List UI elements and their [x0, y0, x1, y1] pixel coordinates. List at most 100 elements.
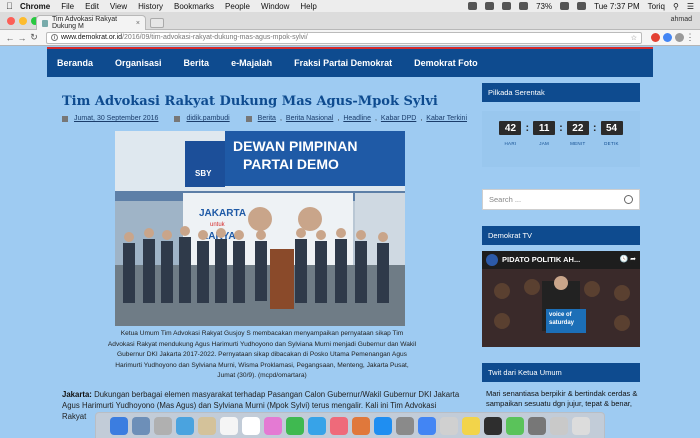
channel-avatar[interactable]: [486, 254, 498, 266]
menu-help[interactable]: Help: [300, 2, 316, 11]
video-title[interactable]: PIDATO POLITIK AH...: [502, 255, 580, 264]
nav-organisasi[interactable]: Organisasi: [115, 58, 162, 68]
video-embed[interactable]: PIDATO POLITIK AH... 🕓 ➦ voice of saturd…: [482, 251, 640, 347]
article-column: Tim Advokasi Rakyat Dukung Mas Agus-Mpok…: [47, 83, 469, 421]
textedit-icon[interactable]: [440, 416, 458, 435]
dropbox-icon[interactable]: [485, 2, 495, 10]
address-bar[interactable]: i www.demokrat.or.id /2016/09/tim-advoka…: [46, 31, 642, 44]
battery-icon[interactable]: [560, 2, 570, 10]
forward-arrow-icon[interactable]: →: [16, 33, 28, 43]
tag-link[interactable]: Kabar DPD: [381, 115, 416, 122]
downloads-icon[interactable]: [550, 416, 568, 435]
safari-icon[interactable]: [176, 416, 194, 435]
tag-link[interactable]: Berita Nasional: [286, 115, 333, 122]
app-store-icon[interactable]: [374, 416, 392, 435]
launchpad-icon[interactable]: [154, 416, 172, 435]
battery-percent[interactable]: 73%: [536, 2, 552, 11]
extension-icon[interactable]: [663, 33, 672, 42]
clock[interactable]: Tue 7:37 PM: [594, 2, 640, 11]
menu-window[interactable]: Window: [261, 2, 289, 11]
video-share-icons[interactable]: 🕓 ➦: [619, 255, 636, 263]
article-date[interactable]: Jumat, 30 September 2016: [74, 115, 158, 122]
preview-icon[interactable]: [528, 416, 546, 435]
menu-history[interactable]: History: [138, 2, 163, 11]
countdown-label: MENIT: [570, 141, 586, 146]
chrome-menu-icon[interactable]: ⋮: [684, 32, 696, 43]
menu-file[interactable]: File: [61, 2, 74, 11]
reload-icon[interactable]: ↻: [28, 32, 40, 43]
menu-view[interactable]: View: [110, 2, 127, 11]
notes-icon[interactable]: [242, 416, 260, 435]
nav-berita[interactable]: Berita: [184, 58, 210, 68]
widget-title-pilkada: Pilkada Serentak: [482, 83, 640, 102]
search-placeholder: Search ...: [489, 195, 522, 204]
countdown-label: DETIK: [604, 141, 619, 146]
finder-icon[interactable]: [110, 416, 128, 435]
mac-dock: [95, 412, 605, 438]
countdown-label: HARI: [504, 141, 517, 146]
spotify-icon[interactable]: [506, 416, 524, 435]
close-window-button[interactable]: [7, 17, 15, 25]
close-tab-icon[interactable]: ×: [136, 20, 140, 27]
messages-icon[interactable]: [286, 416, 304, 435]
chrome-icon[interactable]: [418, 416, 436, 435]
wifi-icon[interactable]: [502, 2, 512, 10]
minimize-window-button[interactable]: [19, 17, 27, 25]
profile-button[interactable]: ahmad: [671, 16, 692, 23]
menu-people[interactable]: People: [225, 2, 250, 11]
photos-icon[interactable]: [264, 416, 282, 435]
countdown-separator: :: [559, 122, 563, 134]
user-name[interactable]: Toriq: [648, 2, 665, 11]
tweet-text: Mari senantiasa berpikir & bertindak cer…: [486, 389, 638, 408]
bookmark-star-icon[interactable]: ☆: [631, 34, 637, 42]
status-app-icon[interactable]: [468, 2, 478, 10]
browser-tab-active[interactable]: Tim Advokasi Rakyat Dukung M ×: [36, 15, 146, 30]
nav-e-majalah[interactable]: e-Majalah: [231, 58, 272, 68]
countdown-digit: 11: [533, 121, 556, 135]
itunes-icon[interactable]: [330, 416, 348, 435]
menu-edit[interactable]: Edit: [85, 2, 99, 11]
countdown-separator: :: [592, 122, 597, 134]
browser-toolbar: ← → ↻ i www.demokrat.or.id /2016/09/tim-…: [0, 30, 700, 46]
nav-demokrat-foto[interactable]: Demokrat Foto: [414, 58, 478, 68]
photo-jakarta-text: JAKARTA: [199, 208, 246, 219]
facetime-icon[interactable]: [308, 416, 326, 435]
search-input[interactable]: Search ...: [482, 189, 640, 210]
back-arrow-icon[interactable]: ←: [4, 33, 16, 43]
site-info-icon[interactable]: i: [51, 34, 58, 41]
widget-title-twitter: Twit dari Ketua Umum: [482, 363, 640, 382]
notification-center-icon[interactable]: ☰: [687, 2, 694, 11]
system-preferences-icon[interactable]: [396, 416, 414, 435]
tag-link[interactable]: Headline: [343, 115, 371, 122]
photo-banner-line2: PARTAI DEMO: [243, 156, 339, 172]
lead-label: Jakarta:: [62, 390, 92, 399]
apple-icon[interactable]: : [6, 1, 20, 11]
nav-beranda[interactable]: Beranda: [57, 58, 93, 68]
extension-icon[interactable]: [651, 33, 660, 42]
stickies-icon[interactable]: [462, 416, 480, 435]
menubar-status: 73% Tue 7:37 PM Toriq ⚲ ☰: [468, 2, 694, 11]
nav-fraksi[interactable]: Fraksi Partai Demokrat: [294, 58, 392, 68]
calendar-icon[interactable]: [220, 416, 238, 435]
activity-monitor-icon[interactable]: [484, 416, 502, 435]
volume-icon[interactable]: [519, 2, 529, 10]
flag-icon[interactable]: [577, 2, 587, 10]
countdown-hours: 11 JAM: [533, 121, 556, 146]
spotlight-icon[interactable]: ⚲: [673, 2, 679, 11]
search-icon[interactable]: [624, 195, 633, 204]
extension-icon[interactable]: [675, 33, 684, 42]
countdown-minutes: 22 MENIT: [566, 121, 589, 146]
siri-icon[interactable]: [132, 416, 150, 435]
contacts-icon[interactable]: [198, 416, 216, 435]
menu-chrome[interactable]: Chrome: [20, 2, 50, 11]
new-tab-button[interactable]: [150, 18, 164, 28]
countdown-seconds: 54 DETIK: [600, 121, 623, 146]
tag-link[interactable]: Kabar Terkini: [426, 115, 467, 122]
article-photo[interactable]: DEWAN PIMPINAN PARTAI DEMO SBY JAKARTA u…: [115, 131, 405, 326]
trash-icon[interactable]: [572, 416, 590, 435]
ibooks-icon[interactable]: [352, 416, 370, 435]
countdown-digit: 42: [499, 121, 522, 135]
article-author[interactable]: didik.pambudi: [186, 115, 229, 122]
tag-link[interactable]: Berita: [258, 115, 276, 122]
menu-bookmarks[interactable]: Bookmarks: [174, 2, 214, 11]
